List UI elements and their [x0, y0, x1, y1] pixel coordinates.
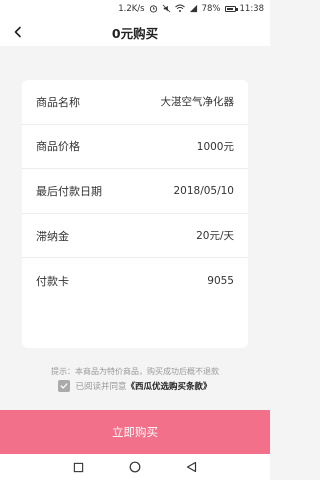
detail-row-late-fee: 滞纳金 20元/天 [22, 214, 248, 259]
row-value: 2018/05/10 [173, 184, 234, 197]
terms-link[interactable]: 《西瓜优选购买条款》 [127, 380, 212, 392]
page-title: 0元购买 [111, 25, 159, 41]
mute-icon [162, 4, 171, 15]
home-button[interactable] [125, 457, 145, 477]
battery-icon [224, 6, 238, 12]
signal-icon [189, 4, 198, 15]
alarm-icon [149, 4, 158, 15]
detail-row-product-price: 商品价格 1000元 [22, 125, 248, 170]
agreement-row: 已阅读并同意 《西瓜优选购买条款》 [0, 380, 270, 392]
row-value: 大湛空气净化器 [160, 96, 235, 109]
row-value: 1000元 [196, 140, 234, 153]
wifi-icon [174, 4, 185, 15]
battery-percent: 78% [201, 4, 221, 14]
check-icon [61, 383, 68, 389]
row-label: 付款卡 [36, 274, 69, 288]
agreement-checkbox[interactable] [58, 380, 71, 392]
row-label: 滞纳金 [36, 229, 69, 243]
back-arrow-icon [13, 23, 23, 42]
circle-icon [129, 461, 141, 473]
detail-row-payment-deadline: 最后付款日期 2018/05/10 [22, 169, 248, 214]
system-nav-bar [0, 454, 270, 480]
triangle-back-icon [187, 461, 197, 473]
network-speed: 1.2K/s [118, 4, 145, 14]
detail-row-product-name: 商品名称 大湛空气净化器 [22, 80, 248, 125]
agreement-prefix: 已阅读并同意 [75, 382, 127, 392]
buy-now-button[interactable]: 立即购买 [0, 410, 270, 454]
content-area: 商品名称 大湛空气净化器 商品价格 1000元 最后付款日期 2018/05/1… [0, 46, 270, 410]
app-bar: 0元购买 [0, 18, 270, 46]
row-label: 商品名称 [36, 95, 80, 109]
row-label: 商品价格 [36, 140, 80, 154]
row-label: 最后付款日期 [36, 184, 102, 198]
system-back-button[interactable] [182, 457, 202, 477]
status-bar: 1.2K/s 78% 11:38 [0, 0, 270, 18]
row-value: 20元/天 [196, 230, 234, 243]
back-button[interactable] [6, 20, 30, 44]
row-value: 9055 [207, 274, 234, 287]
clock: 11:38 [239, 4, 265, 14]
refund-hint: 提示：本商品为特价商品，购买成功后概不退款 [51, 367, 219, 376]
detail-row-payment-card: 付款卡 9055 [22, 258, 248, 303]
square-icon [73, 462, 84, 472]
recent-apps-button[interactable] [68, 457, 88, 477]
order-details-card: 商品名称 大湛空气净化器 商品价格 1000元 最后付款日期 2018/05/1… [22, 80, 248, 348]
